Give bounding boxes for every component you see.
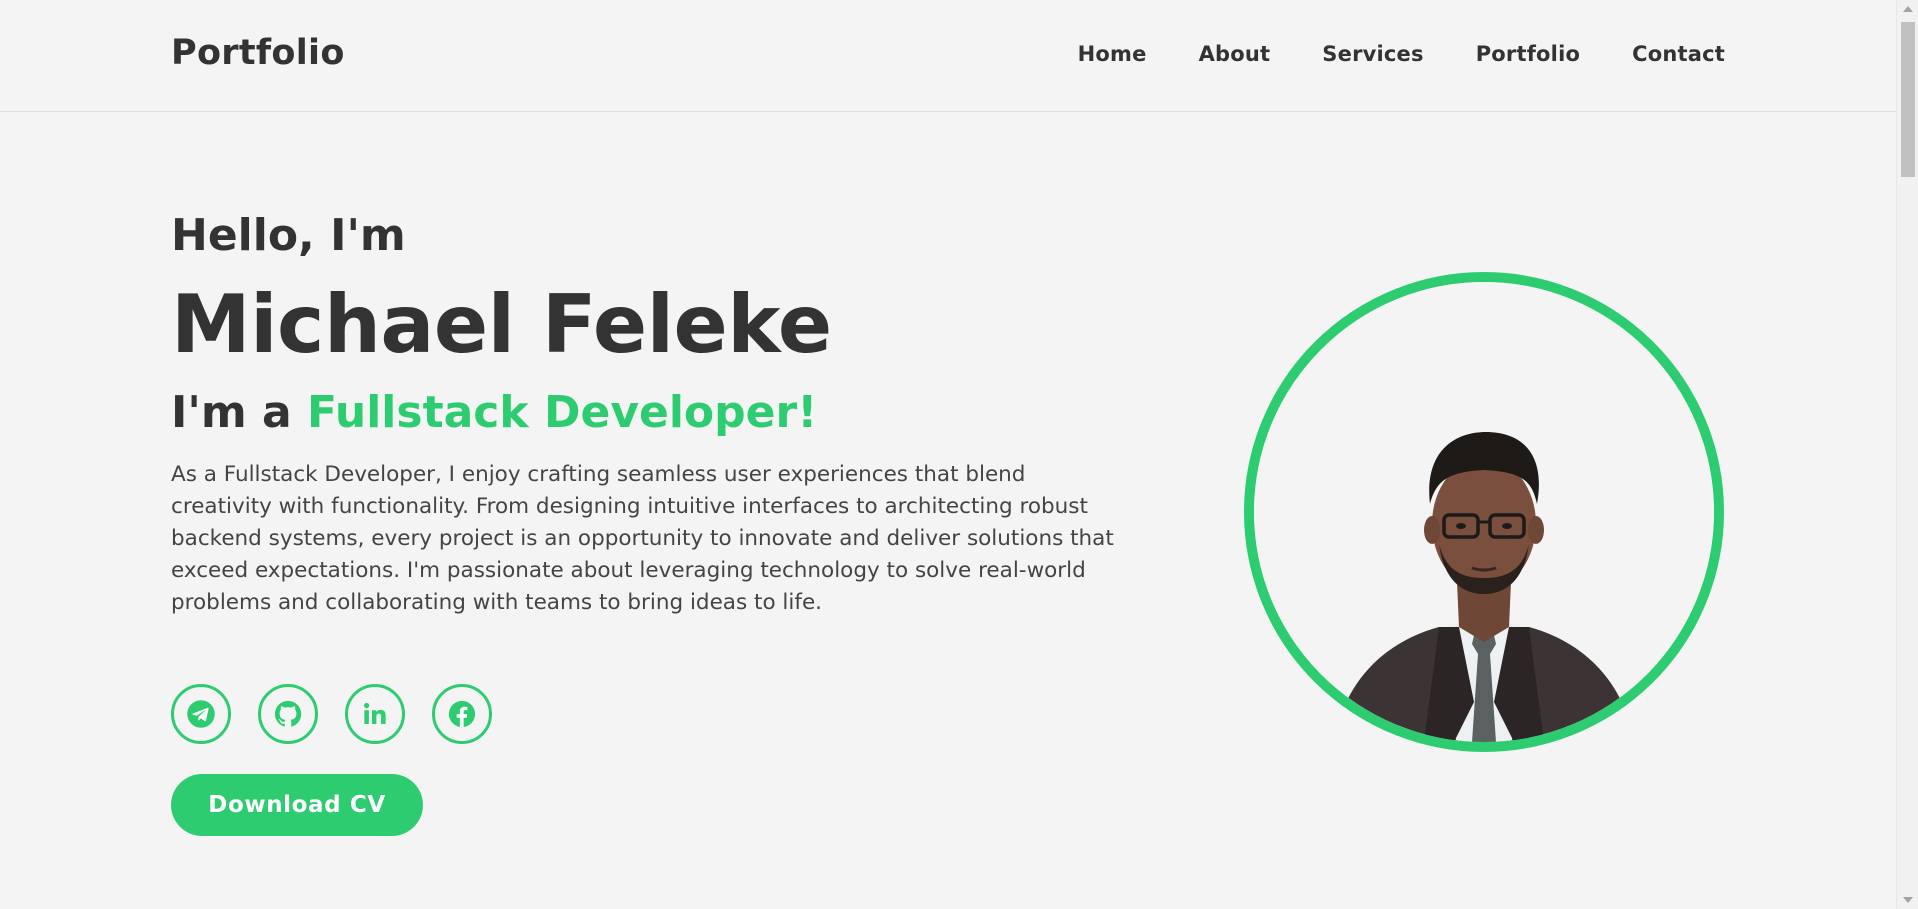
nav-about[interactable]: About (1199, 42, 1271, 66)
social-links (171, 684, 492, 744)
scroll-thumb[interactable] (1901, 22, 1915, 177)
facebook-link[interactable] (432, 684, 492, 744)
page-scrollbar[interactable] (1896, 0, 1918, 909)
facebook-icon (448, 700, 476, 728)
nav-home[interactable]: Home (1078, 42, 1147, 66)
nav-contact[interactable]: Contact (1632, 42, 1725, 66)
telegram-link[interactable] (171, 684, 231, 744)
linkedin-link[interactable] (345, 684, 405, 744)
github-link[interactable] (258, 684, 318, 744)
avatar (1254, 282, 1714, 742)
hero-greeting: Hello, I'm (171, 210, 406, 261)
telegram-icon (187, 700, 215, 728)
nav-services[interactable]: Services (1322, 42, 1423, 66)
profile-photo (1244, 272, 1724, 752)
linkedin-icon (364, 702, 386, 724)
hero-intro: Hello, I'm Michael Feleke I'm a Fullstac… (171, 210, 1131, 619)
role-accent: Fullstack Developer! (307, 387, 818, 438)
github-icon (274, 700, 302, 727)
nav-portfolio[interactable]: Portfolio (1476, 42, 1580, 66)
scroll-down-icon[interactable] (1903, 897, 1913, 903)
hero-name: Michael Feleke (171, 278, 832, 371)
hero-role: I'm a Fullstack Developer! (171, 387, 1131, 438)
scroll-up-icon[interactable] (1903, 6, 1913, 12)
site-logo[interactable]: Portfolio (171, 33, 345, 73)
role-prefix: I'm a (171, 387, 308, 438)
hero-bio: As a Fullstack Developer, I enjoy crafti… (171, 462, 1114, 616)
download-cv-button[interactable]: Download CV (171, 774, 423, 836)
main-nav: Home About Services Portfolio Contact (1078, 42, 1725, 66)
site-header: Portfolio Home About Services Portfolio … (0, 0, 1896, 112)
